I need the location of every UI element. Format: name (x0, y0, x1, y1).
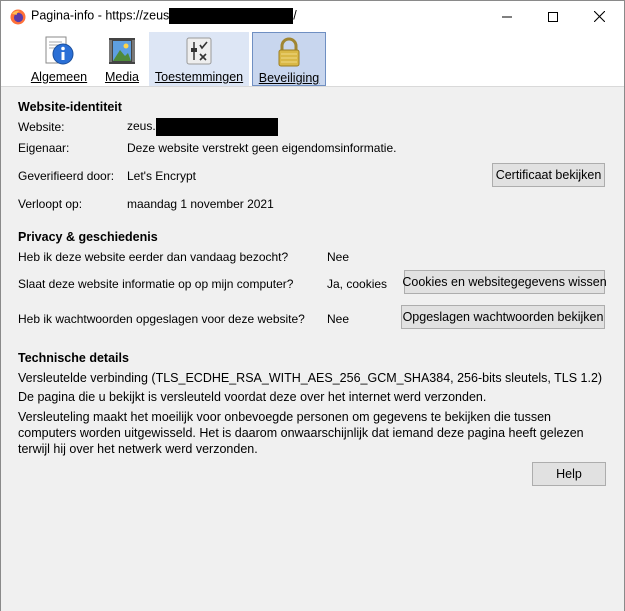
tab-label-text: Toestemmingen (154, 70, 244, 84)
view-certificate-label: Certificaat bekijken (495, 168, 602, 182)
website-value: zeus. (127, 118, 278, 136)
security-panel: Website-identiteit Website: zeus. Eigena… (1, 86, 624, 611)
encryption-status-text: De pagina die u bekijkt is versleuteld v… (18, 390, 487, 404)
identity-heading: Website-identiteit (18, 100, 122, 114)
website-label: Website: (18, 120, 65, 134)
help-button[interactable]: Help (532, 462, 606, 486)
visited-question: Heb ik deze website eerder dan vandaag b… (18, 250, 289, 264)
verified-by-label: Geverifieerd door: (18, 169, 115, 183)
redacted-hostname (169, 8, 294, 24)
passwords-question: Heb ik wachtwoorden opgeslagen voor deze… (18, 312, 305, 326)
permissions-icon (186, 37, 212, 65)
close-icon (593, 11, 605, 22)
clear-cookies-label: Cookies en websitegegevens wissen (402, 275, 607, 289)
expires-label: Verloopt op: (18, 197, 83, 211)
tab-media-label: Media (105, 70, 139, 84)
view-passwords-label: Opgeslagen wachtwoorden bekijken (402, 310, 604, 324)
tab-label-text: Beveiliging (258, 71, 320, 85)
maximize-button[interactable] (530, 1, 576, 32)
title-bar: Pagina-info - https://zeus / (1, 1, 624, 32)
tab-permissions-label: Toestemmingen (155, 70, 243, 84)
lock-icon (278, 37, 300, 67)
tab-security-label: Beveiliging (259, 71, 319, 85)
maximize-icon (548, 11, 558, 22)
minimize-button[interactable] (484, 1, 530, 32)
view-certificate-button[interactable]: Certificaat bekijken (492, 163, 605, 187)
verified-by-value: Let's Encrypt (127, 169, 196, 183)
visited-answer: Nee (327, 250, 350, 264)
window-title: Pagina-info - https://zeus / (31, 8, 297, 24)
view-passwords-button[interactable]: Opgeslagen wachtwoorden bekijken (401, 305, 605, 329)
window-title-text: Pagina-info - https://zeus (31, 8, 170, 23)
technical-heading: Technische details (18, 351, 129, 365)
minimize-icon (502, 16, 512, 17)
media-icon (109, 38, 135, 64)
page-info-window: Pagina-info - https://zeus / Algemeen Me… (0, 0, 625, 611)
redacted-hostname (155, 118, 278, 136)
help-label: Help (556, 467, 582, 481)
tab-label-text: Media (104, 70, 140, 84)
info-icon (45, 36, 74, 65)
stores-data-question: Slaat deze website informatie op op mijn… (18, 277, 294, 291)
firefox-icon (10, 9, 26, 25)
clear-cookies-button[interactable]: Cookies en websitegegevens wissen (402, 270, 607, 294)
window-title-suffix: / (293, 8, 297, 23)
tab-general[interactable]: Algemeen (29, 32, 89, 86)
owner-value: Deze website verstrekt geen eigendomsinf… (127, 141, 397, 155)
tab-label-text: Algemeen (30, 70, 88, 84)
tab-general-label: Algemeen (31, 70, 87, 84)
owner-label: Eigenaar: (18, 141, 70, 155)
encryption-connection-text: Versleutelde verbinding (TLS_ECDHE_RSA_W… (18, 371, 603, 385)
encryption-explanation-text: Versleuteling maakt het moeilijk voor on… (18, 410, 584, 456)
tab-media[interactable]: Media (97, 32, 147, 86)
tab-security[interactable]: Beveiliging (252, 32, 326, 86)
stores-data-answer: Ja, cookies (327, 277, 388, 291)
passwords-answer: Nee (327, 312, 350, 326)
tab-bar: Algemeen Media Toestemmingen Beveiliging (1, 32, 624, 86)
privacy-heading: Privacy & geschiedenis (18, 230, 158, 244)
close-button[interactable] (576, 1, 622, 32)
expires-value: maandag 1 november 2021 (127, 197, 274, 211)
tab-permissions[interactable]: Toestemmingen (149, 32, 249, 86)
website-value-text: zeus. (127, 119, 156, 134)
